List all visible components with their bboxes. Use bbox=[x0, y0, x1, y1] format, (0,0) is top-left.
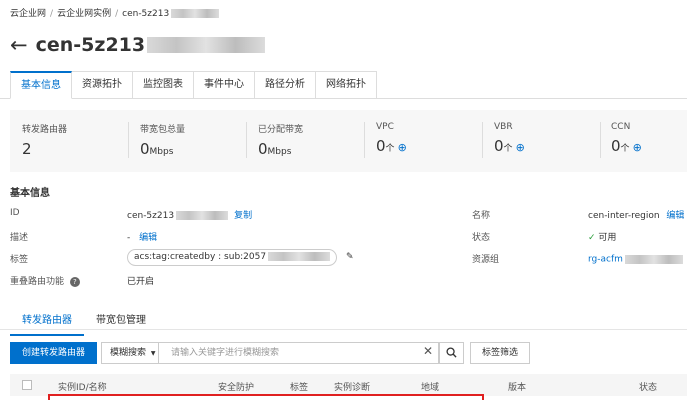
name-label: 名称 bbox=[472, 211, 491, 221]
edit-tag-icon[interactable]: ✎ bbox=[346, 252, 354, 262]
tab-network-topology[interactable]: 网络拓扑 bbox=[316, 71, 377, 99]
stats-panel: 转发路由器 2 带宽包总量 0Mbps 已分配带宽 0Mbps VPC 0个 ⊕ … bbox=[10, 110, 687, 172]
page-title: cen-5z213 bbox=[35, 34, 146, 56]
stat-bandwidth-allocated: 已分配带宽 0Mbps bbox=[258, 125, 304, 158]
edit-desc-link[interactable]: 编辑 bbox=[139, 233, 157, 243]
subtab-bandwidth-package[interactable]: 带宽包管理 bbox=[84, 308, 158, 336]
overlap-route-value: 已开启 bbox=[127, 277, 155, 287]
redacted-mask bbox=[171, 9, 220, 18]
title-row: ← cen-5z213 bbox=[10, 34, 266, 56]
resource-group-label: 资源组 bbox=[472, 255, 500, 265]
col-status: 状态 bbox=[639, 383, 658, 393]
col-security: 安全防护 bbox=[218, 383, 255, 393]
tab-events[interactable]: 事件中心 bbox=[194, 71, 255, 99]
col-tags: 标签 bbox=[290, 383, 309, 393]
create-transit-router-button[interactable]: 创建转发路由器 bbox=[10, 342, 97, 364]
search-icon bbox=[446, 347, 457, 358]
status-value: 可用 bbox=[598, 233, 617, 243]
redacted-mask bbox=[624, 254, 683, 264]
edit-name-link[interactable]: 编辑 bbox=[666, 211, 684, 221]
tab-bar: 基本信息 资源拓扑 监控图表 事件中心 路径分析 网络拓扑 bbox=[10, 71, 377, 99]
add-ccn-icon[interactable]: ⊕ bbox=[633, 141, 642, 154]
name-value: cen-inter-region bbox=[588, 211, 660, 221]
stat-vpc: VPC 0个 ⊕ bbox=[376, 122, 407, 155]
breadcrumb-item-instances[interactable]: 云企业网实例 bbox=[57, 9, 111, 19]
back-arrow-icon[interactable]: ← bbox=[10, 34, 28, 56]
redacted-mask bbox=[176, 211, 229, 220]
resource-group-link[interactable]: rg-acfm bbox=[588, 255, 623, 265]
status-value-row: ✓ 可用 bbox=[588, 230, 616, 243]
status-label: 状态 bbox=[472, 233, 491, 243]
add-vpc-icon[interactable]: ⊕ bbox=[398, 141, 407, 154]
col-instance-id: 实例ID/名称 bbox=[58, 383, 107, 393]
id-value-row: cen-5z213 复制 bbox=[127, 208, 252, 221]
search-button[interactable] bbox=[439, 342, 464, 364]
name-value-row: cen-inter-region 编辑 bbox=[588, 208, 684, 221]
select-all-checkbox[interactable] bbox=[22, 380, 32, 390]
desc-value-row: - 编辑 bbox=[127, 230, 157, 243]
id-value: cen-5z213 bbox=[127, 211, 175, 221]
breadcrumb-item-cen[interactable]: 云企业网 bbox=[10, 9, 46, 19]
tab-basic-info[interactable]: 基本信息 bbox=[10, 71, 72, 99]
col-region: 地域 bbox=[421, 383, 440, 393]
check-icon: ✓ bbox=[588, 233, 596, 243]
stat-vbr: VBR 0个 ⊕ bbox=[494, 122, 525, 155]
add-vbr-icon[interactable]: ⊕ bbox=[516, 141, 525, 154]
desc-value: - bbox=[127, 233, 131, 243]
tag-chip: acs:tag:createdby : sub:2057 bbox=[127, 249, 338, 266]
help-icon[interactable]: ? bbox=[69, 277, 80, 287]
tag-value-row: acs:tag:createdby : sub:2057 ✎ bbox=[127, 249, 354, 266]
breadcrumb-item-current: cen-5z213 bbox=[122, 9, 170, 19]
tab-path-analysis[interactable]: 路径分析 bbox=[255, 71, 316, 99]
tag-filter-button[interactable]: 标签筛选 bbox=[470, 342, 530, 364]
search-mode-select[interactable]: 模糊搜索 ▼ bbox=[101, 342, 159, 364]
stat-bandwidth-total: 带宽包总量 0Mbps bbox=[140, 125, 186, 158]
section-title-basic-info: 基本信息 bbox=[10, 188, 50, 199]
redacted-mask bbox=[268, 252, 331, 261]
search-input[interactable]: 请输入关键字进行模糊搜索 bbox=[159, 342, 439, 364]
stat-ccn: CCN 0个 ⊕ bbox=[611, 122, 642, 155]
subtab-transit-router[interactable]: 转发路由器 bbox=[10, 308, 84, 336]
breadcrumb: 云企业网 / 云企业网实例 / cen-5z213 bbox=[10, 6, 220, 19]
tab-resource-topology[interactable]: 资源拓扑 bbox=[72, 71, 133, 99]
tag-label: 标签 bbox=[10, 255, 29, 265]
highlight-box bbox=[48, 394, 484, 400]
table-header: 实例ID/名称 安全防护 标签 实例诊断 地域 版本 状态 bbox=[10, 374, 687, 396]
stat-transit-router: 转发路由器 2 bbox=[22, 125, 68, 158]
col-diagnosis: 实例诊断 bbox=[334, 383, 371, 393]
col-version: 版本 bbox=[508, 383, 527, 393]
redacted-mask bbox=[147, 37, 266, 53]
caret-down-icon: ▼ bbox=[150, 350, 156, 357]
id-label: ID bbox=[10, 208, 20, 218]
clear-icon[interactable]: ✕ bbox=[423, 344, 433, 358]
desc-label: 描述 bbox=[10, 233, 29, 243]
copy-link[interactable]: 复制 bbox=[234, 211, 252, 221]
overlap-route-label: 重叠路由功能 ? bbox=[10, 274, 80, 287]
subtab-bar: 转发路由器 带宽包管理 bbox=[10, 308, 158, 336]
tab-monitoring[interactable]: 监控图表 bbox=[133, 71, 194, 99]
resource-group-row: rg-acfm bbox=[588, 252, 687, 266]
